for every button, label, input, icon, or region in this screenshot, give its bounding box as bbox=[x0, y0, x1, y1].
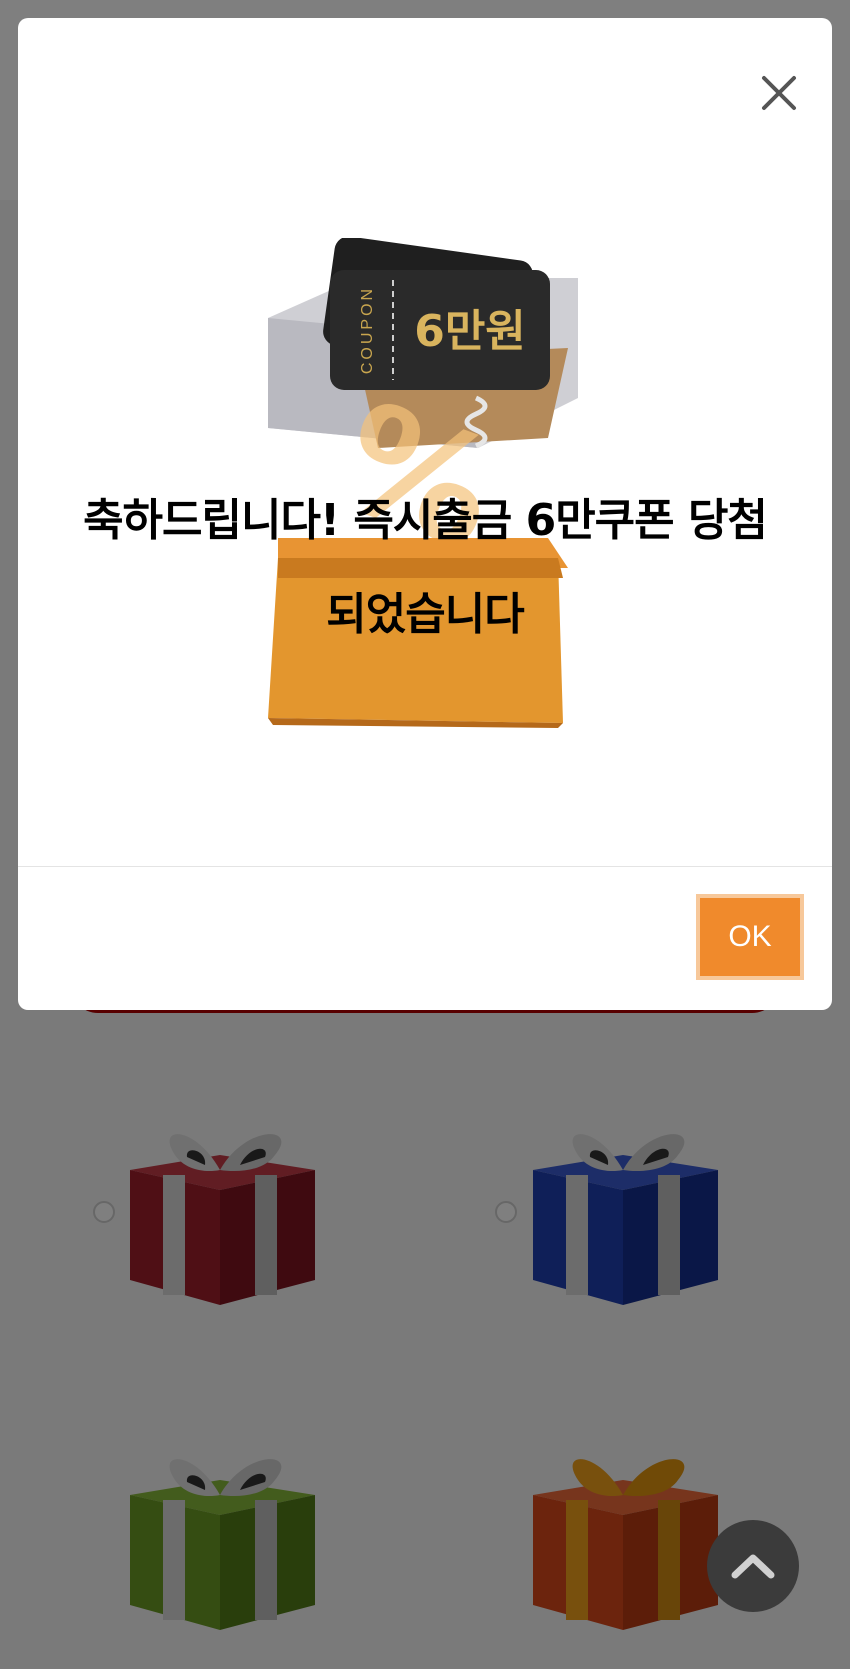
close-button[interactable] bbox=[756, 70, 802, 116]
ok-button[interactable]: OK bbox=[696, 894, 804, 980]
coupon-amount: 6만원 bbox=[414, 306, 526, 357]
coupon-label: COUPON bbox=[359, 286, 376, 374]
page: COUPON 6만원 % 축하드립니다! 즉시출금 6만쿠폰 당첨 되었습니다 bbox=[0, 0, 850, 1669]
chevron-up-icon bbox=[731, 1554, 775, 1579]
modal-body: COUPON 6만원 % 축하드립니다! 즉시출금 6만쿠폰 당첨 되었습니다 bbox=[18, 18, 832, 866]
win-message: 축하드립니다! 즉시출금 6만쿠폰 당첨 되었습니다 bbox=[18, 474, 832, 662]
close-icon bbox=[762, 76, 796, 110]
modal-footer-divider bbox=[18, 866, 832, 867]
coupon-win-modal: COUPON 6만원 % 축하드립니다! 즉시출금 6만쿠폰 당첨 되었습니다 bbox=[18, 18, 832, 1010]
win-message-line1: 축하드립니다! 즉시출금 6만쿠폰 당첨 bbox=[83, 495, 768, 546]
win-message-line2: 되었습니다 bbox=[326, 589, 524, 640]
scroll-to-top-button[interactable] bbox=[707, 1520, 799, 1612]
